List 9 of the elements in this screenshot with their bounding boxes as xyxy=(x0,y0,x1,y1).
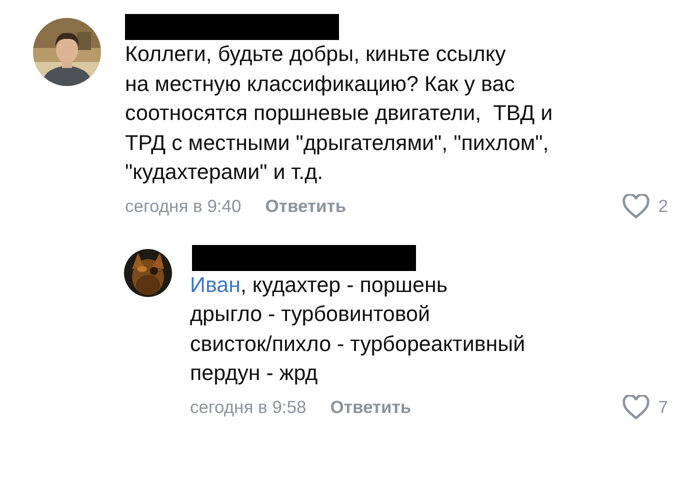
comment-text: Иван, кудахтер - поршень дрыгло - турбовинтовой свисток/пихло - турбореактивный пердун - жрд xyxy=(190,272,526,387)
comment-time: сегодня в 9:58 xyxy=(190,396,306,418)
reply-button[interactable]: Ответить xyxy=(330,396,412,418)
like-button[interactable]: 7 xyxy=(622,394,668,420)
like-button[interactable]: 2 xyxy=(622,194,668,218)
comment-text: Коллеги, будьте добры, киньте ссылку на местную классификацию? Как у вас соотносятся поршневые двигатели, ТВД и ТРД с местными "дрыгателями", "пихлом", "кудахтерами" и т.д. xyxy=(125,41,554,186)
mention-link[interactable]: Иван xyxy=(190,272,240,296)
comment-time: сегодня в 9:40 xyxy=(125,196,242,216)
reply-button[interactable]: Ответить xyxy=(265,196,346,216)
